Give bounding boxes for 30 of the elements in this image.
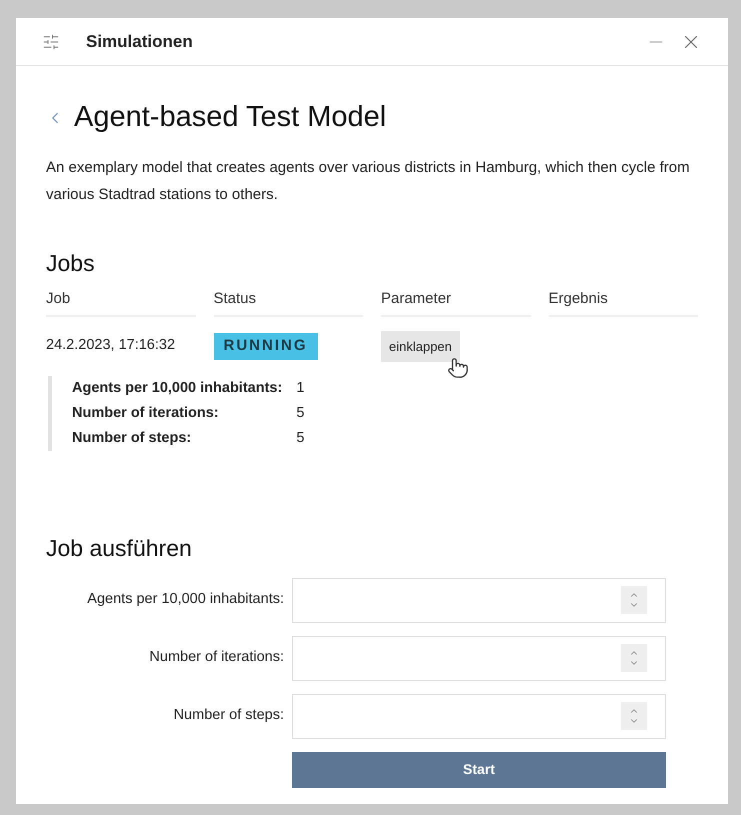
hand-cursor-icon bbox=[447, 356, 469, 378]
spinner-icon[interactable] bbox=[621, 586, 647, 614]
field-label: Agents per 10,000 inhabitants: bbox=[86, 590, 285, 610]
number-field[interactable] bbox=[292, 578, 666, 623]
settings-icon[interactable] bbox=[42, 32, 60, 50]
column-header: Parameter bbox=[381, 288, 530, 316]
column-header: Status bbox=[214, 288, 363, 316]
parameter-name: Agents per 10,000 inhabitants: bbox=[72, 379, 282, 398]
spinner-icon[interactable] bbox=[621, 702, 647, 730]
job-time: 24.2.2023, 17:16:32 bbox=[46, 336, 176, 356]
column-header: Job bbox=[46, 288, 196, 316]
field-label: Number of iterations: bbox=[148, 648, 285, 668]
parameter-name: Number of steps: bbox=[72, 428, 192, 448]
spinner-icon[interactable] bbox=[621, 644, 647, 672]
column-header: Ergebnis bbox=[548, 288, 698, 316]
start-button[interactable]: Start bbox=[292, 752, 666, 788]
model-title: Agent-based Test Model bbox=[74, 100, 386, 135]
parameter-value: 5 bbox=[296, 404, 304, 423]
number-field[interactable] bbox=[292, 694, 666, 739]
parameter-value: 1 bbox=[296, 379, 304, 398]
number-field[interactable] bbox=[292, 636, 666, 681]
window-title: Simulationen bbox=[86, 30, 193, 53]
collapse-button[interactable]: einklappen bbox=[381, 330, 460, 362]
parameter-name: Number of iterations: bbox=[72, 404, 220, 423]
status-badge: RUNNING bbox=[214, 333, 318, 360]
parameter-value: 5 bbox=[296, 428, 304, 448]
model-description: An exemplary model that creates agents over various districts in Hamburg, which then cycle from various Stadtrad stations to others. bbox=[46, 158, 691, 204]
run-job-heading: Job ausführen bbox=[46, 534, 193, 564]
field-label: Number of steps: bbox=[172, 706, 285, 726]
jobs-heading: Jobs bbox=[46, 248, 96, 278]
